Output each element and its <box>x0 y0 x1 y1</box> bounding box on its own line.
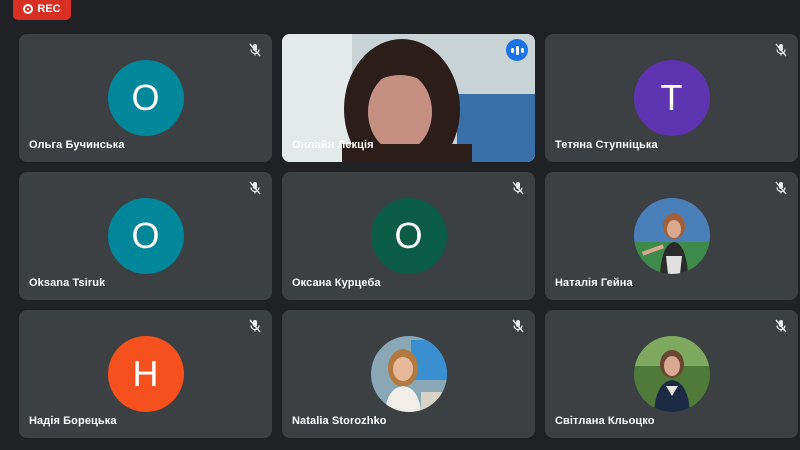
participant-name: Наталія Гейна <box>555 277 633 289</box>
mic-off-icon <box>772 41 790 59</box>
speaking-indicator-icon <box>506 39 528 61</box>
participant-name: Надія Борецька <box>29 415 117 427</box>
participant-name: Ольга Бучинська <box>29 139 125 151</box>
participant-name: Oksana Tsiruk <box>29 277 106 289</box>
mic-off-icon <box>772 317 790 335</box>
participant-tile[interactable]: H Надія Борецька <box>19 310 272 438</box>
participant-name: Тетяна Ступніцька <box>555 139 658 151</box>
mic-off-icon <box>772 179 790 197</box>
avatar-initial: H <box>107 336 184 412</box>
mic-off-icon <box>509 317 527 335</box>
participant-tile[interactable]: Natalia Storozhko <box>282 310 535 438</box>
record-icon <box>23 4 34 14</box>
mic-off-icon <box>509 179 527 197</box>
avatar-initial: O <box>370 198 447 274</box>
avatar-initial: O <box>107 198 184 274</box>
avatar-initial: O <box>107 60 184 136</box>
participant-tile[interactable]: O Ольга Бучинська <box>19 34 272 162</box>
participant-tile-video[interactable]: Онлайн Лекція <box>282 34 535 162</box>
participant-name: Оксана Курцеба <box>292 277 381 289</box>
participant-name: Natalia Storozhko <box>292 415 387 427</box>
mic-off-icon <box>246 41 264 59</box>
recording-label: REC <box>37 3 61 15</box>
recording-indicator: REC <box>13 0 71 20</box>
participant-tile[interactable]: O Oksana Tsiruk <box>19 172 272 300</box>
mic-off-icon <box>246 317 264 335</box>
participant-tile[interactable]: Наталія Гейна <box>545 172 798 300</box>
avatar-photo <box>633 336 710 412</box>
participant-name: Онлайн Лекція <box>292 139 374 151</box>
avatar-photo <box>370 336 447 412</box>
participant-tile[interactable]: O Оксана Курцеба <box>282 172 535 300</box>
avatar-photo <box>633 198 710 274</box>
mic-off-icon <box>246 179 264 197</box>
avatar-initial: T <box>633 60 710 136</box>
participant-tile[interactable]: Світлана Кльоцко <box>545 310 798 438</box>
participant-name: Світлана Кльоцко <box>555 415 655 427</box>
participant-tile[interactable]: T Тетяна Ступніцька <box>545 34 798 162</box>
